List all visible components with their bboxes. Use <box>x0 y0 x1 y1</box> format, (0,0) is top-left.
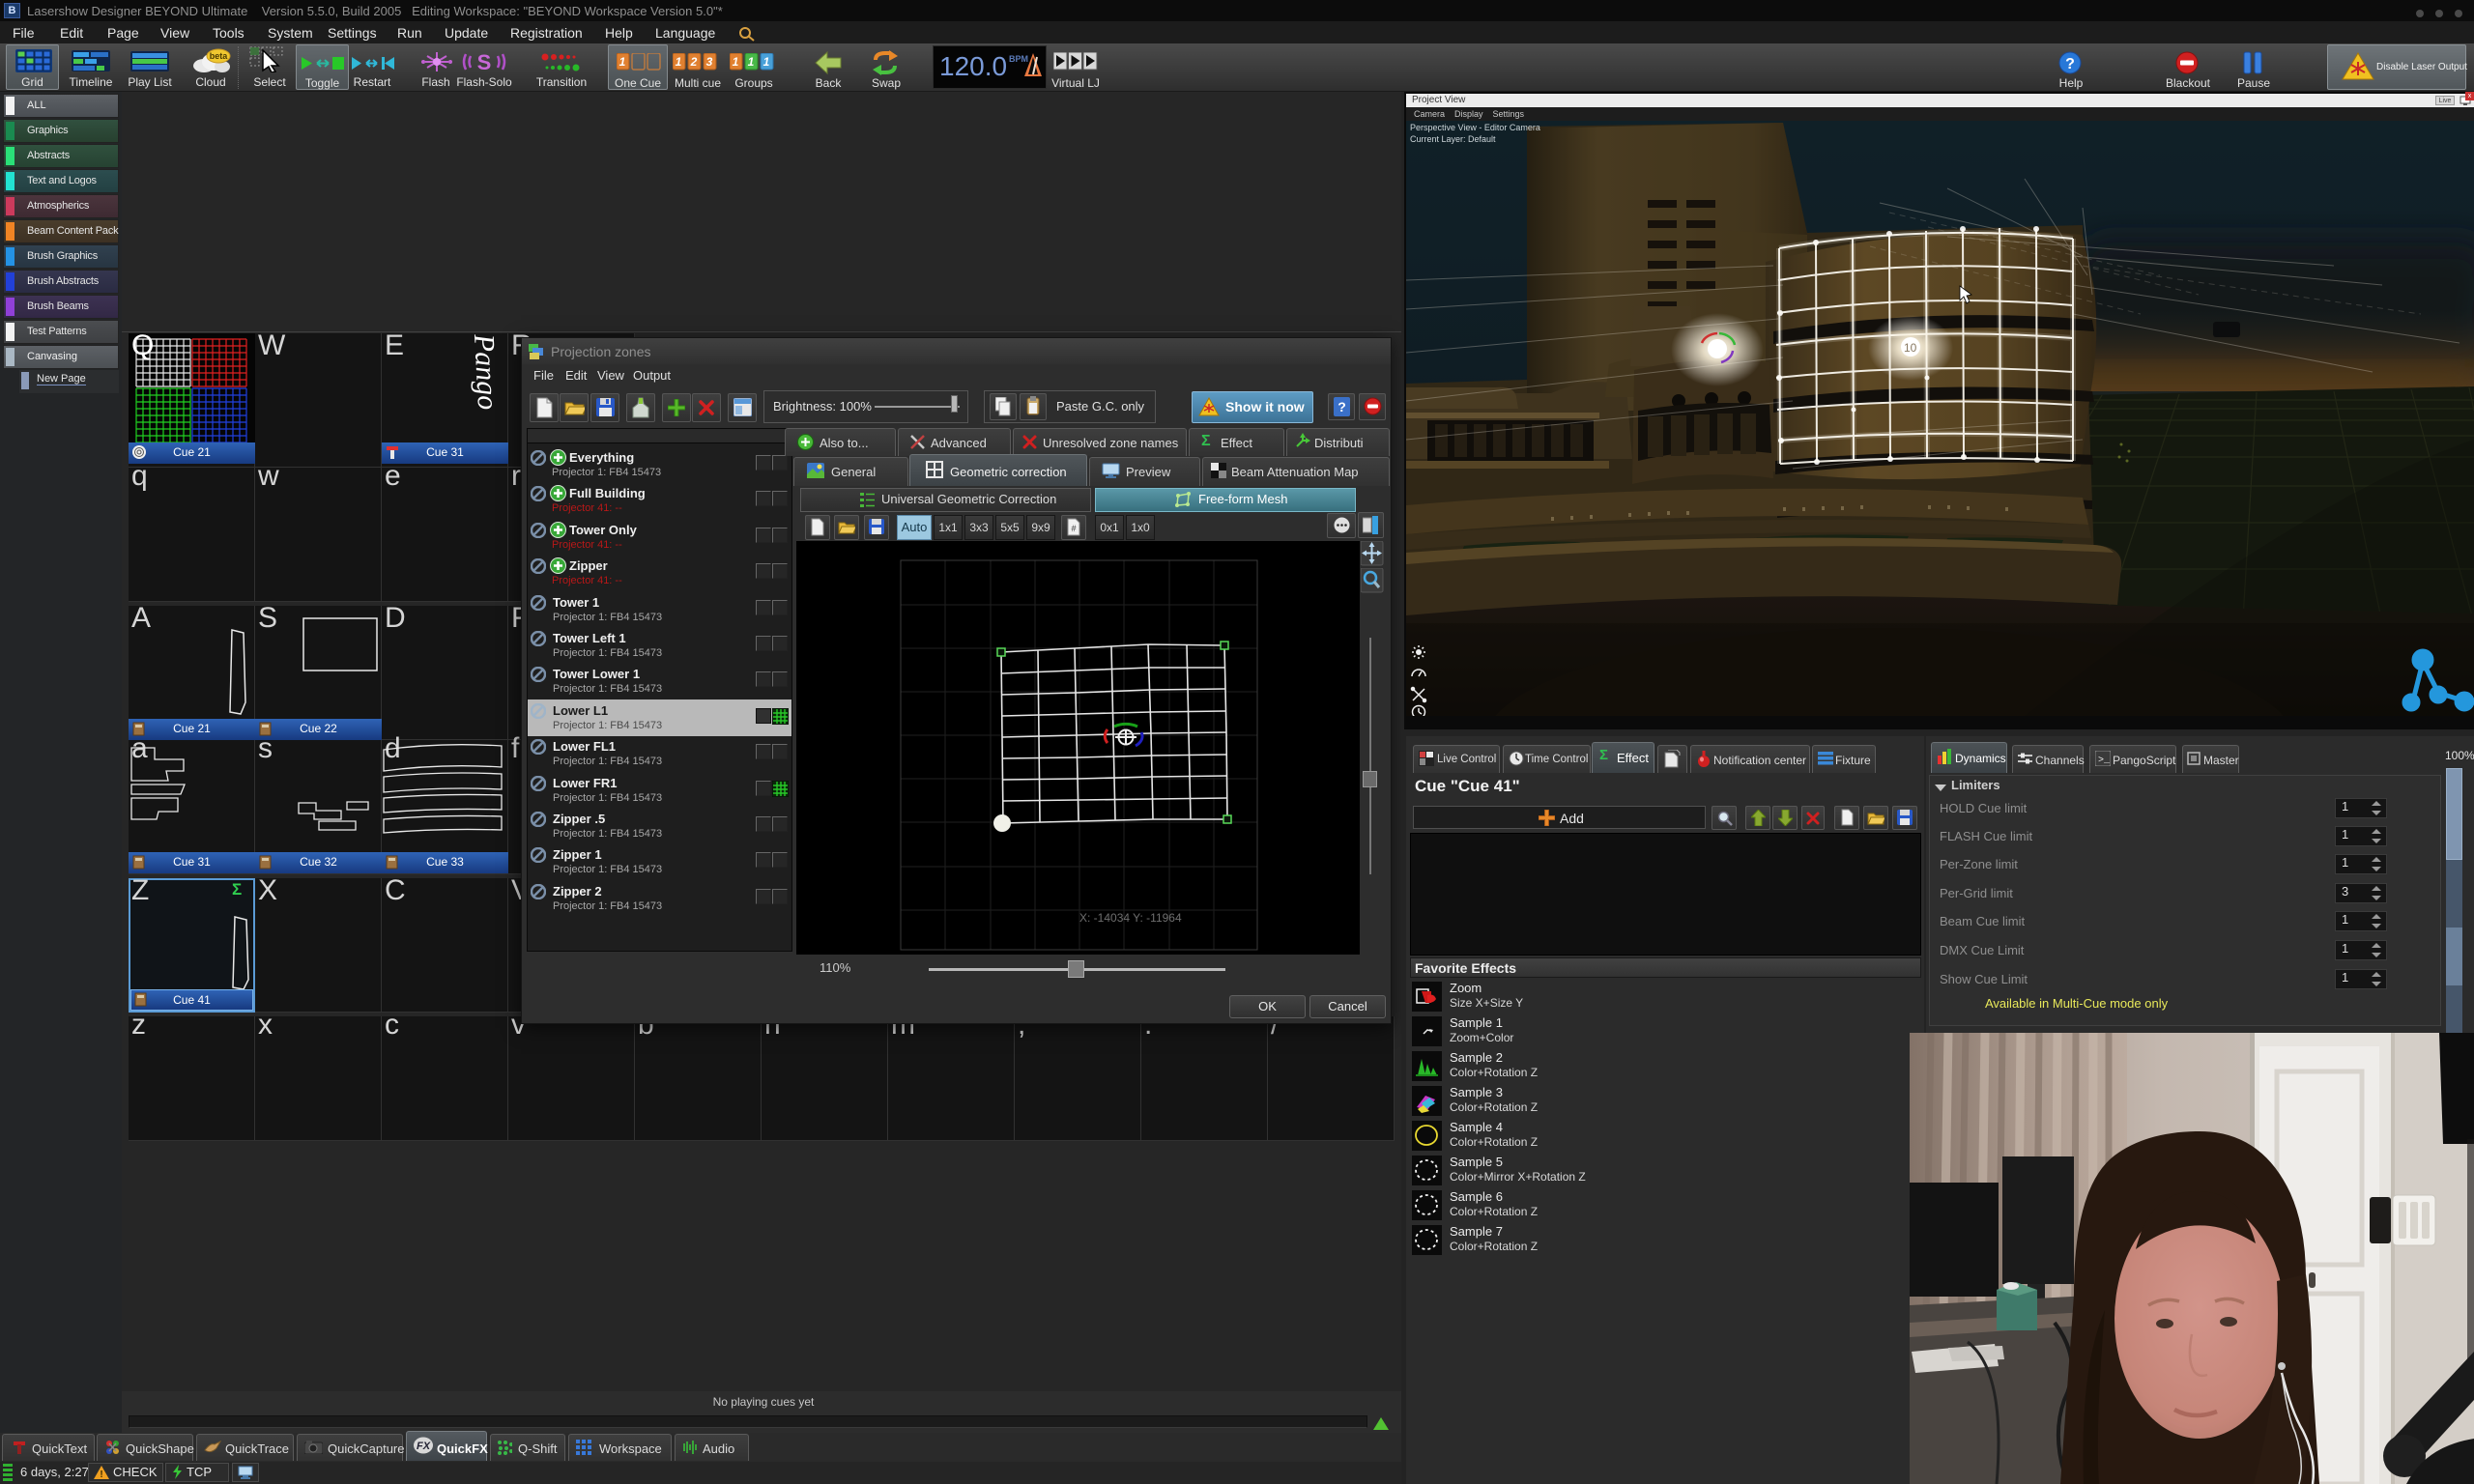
svg-text:?: ? <box>1338 399 1346 414</box>
svg-text:?: ? <box>2065 56 2075 72</box>
svg-text:3: 3 <box>706 55 713 69</box>
svg-text:!: ! <box>100 1470 102 1479</box>
svg-text:1: 1 <box>619 55 626 69</box>
svg-text:2: 2 <box>690 55 698 69</box>
svg-text:1: 1 <box>748 55 755 69</box>
svg-text:1: 1 <box>676 55 682 69</box>
svg-text:beta: beta <box>210 51 229 61</box>
svg-text:10: 10 <box>1904 341 1917 355</box>
svg-text:Perspective View - Editor Came: Perspective View - Editor Camera <box>1410 123 1540 132</box>
svg-text:1: 1 <box>763 55 770 69</box>
svg-text:1: 1 <box>733 55 739 69</box>
svg-text:FX: FX <box>417 1441 431 1452</box>
svg-text:#: # <box>1071 524 1076 533</box>
svg-text:X: -14034 Y: -11964: X: -14034 Y: -11964 <box>1079 911 1182 925</box>
svg-text:Current Layer: Default: Current Layer: Default <box>1410 134 1496 144</box>
svg-text:S: S <box>477 50 492 73</box>
svg-text:>_: >_ <box>2098 756 2111 766</box>
